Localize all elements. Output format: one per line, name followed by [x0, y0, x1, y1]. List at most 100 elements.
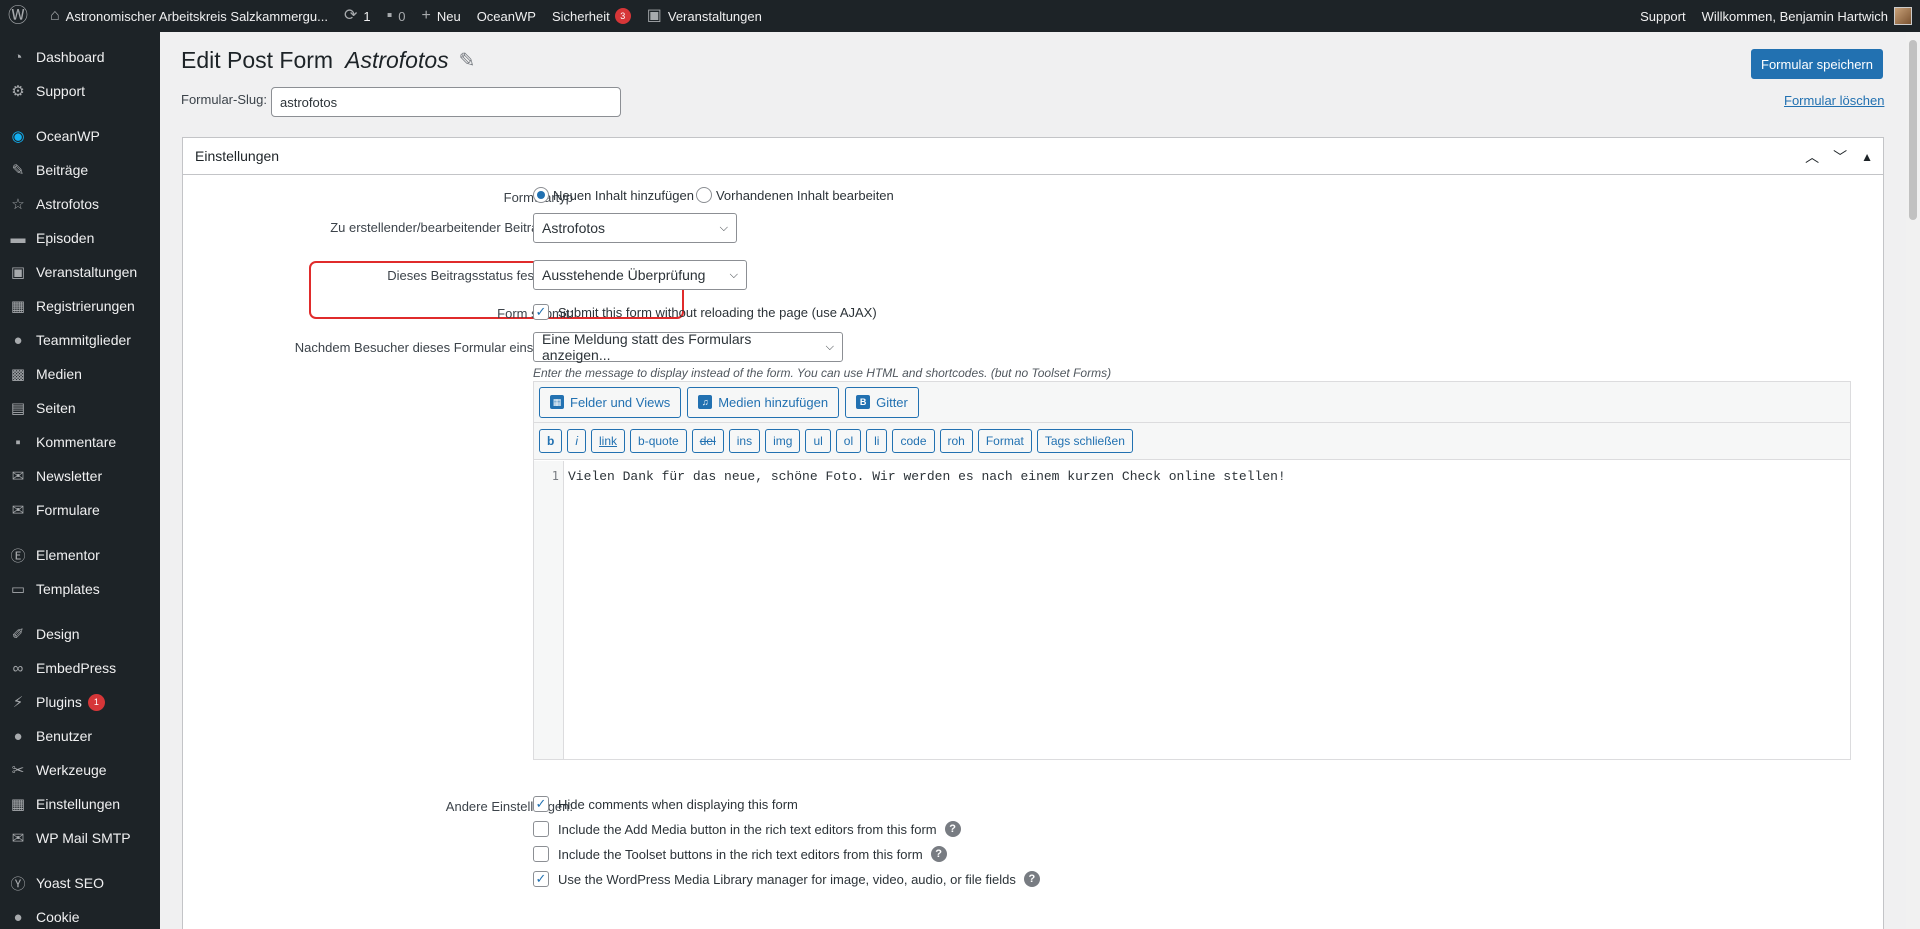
collapse-toggle-icon[interactable]: ▲	[1861, 150, 1873, 164]
quicktag-del[interactable]: del	[691, 429, 724, 453]
updates-link[interactable]: ⟳ 1	[336, 0, 379, 32]
sidebar-item-label: OceanWP	[36, 128, 100, 144]
after-submit-select[interactable]: Eine Meldung statt des Formulars anzeige…	[533, 331, 843, 363]
chevron-down-icon[interactable]: ﹀	[1833, 147, 1847, 167]
add-media-checkbox[interactable]	[533, 821, 549, 837]
oceanwp-link[interactable]: OceanWP	[469, 0, 544, 32]
toolset-buttons-checkbox[interactable]	[533, 846, 549, 862]
quicktag-li[interactable]: li	[866, 429, 888, 453]
quicktag-ol[interactable]: ol	[835, 429, 862, 453]
sidebar-item-design[interactable]: ✐ Design	[0, 617, 160, 651]
link-icon: ∞	[12, 659, 24, 677]
sidebar-item-medien[interactable]: ▩ Medien	[0, 357, 160, 391]
sidebar-item-veranstaltungen[interactable]: ▣ Veranstaltungen	[0, 255, 160, 289]
help-icon[interactable]: ?	[930, 846, 947, 862]
sidebar-item-wp-mail-smtp[interactable]: ✉ WP Mail SMTP	[0, 821, 160, 855]
support-link[interactable]: Support	[1632, 0, 1694, 32]
brush-icon: ✐	[11, 626, 25, 643]
cookie-icon: ●	[13, 908, 23, 926]
form-name[interactable]: Astrofotos	[345, 47, 449, 74]
help-icon[interactable]: ?	[1023, 871, 1040, 887]
wrench-icon: ✂	[11, 762, 25, 779]
quicktag-img[interactable]: img	[765, 429, 801, 453]
sidebar-item-yoast-seo[interactable]: Ⓨ Yoast SEO	[0, 866, 160, 900]
sidebar-item-newsletter[interactable]: ✉ Newsletter	[0, 459, 160, 493]
grid-label: Gitter	[876, 394, 908, 410]
wordpress-logo-menu[interactable]: Ⓦ	[0, 0, 42, 32]
page-scrollbar[interactable]	[1906, 32, 1920, 929]
fields-and-views-button[interactable]: ▦ Felder und Views	[539, 386, 682, 418]
sidebar-item-astrofotos[interactable]: ☆ Astrofotos	[0, 187, 160, 221]
pin-icon: ✎	[11, 162, 25, 179]
sidebar-item-cookie[interactable]: ● Cookie	[0, 900, 160, 929]
grid-button[interactable]: B Gitter	[845, 386, 919, 418]
calendar-icon: ▦	[10, 298, 26, 315]
sidebar-item-plugins[interactable]: ⚡ Plugins 1	[0, 685, 160, 719]
yoast-icon: Ⓨ	[10, 875, 26, 893]
quicktag-ul[interactable]: ul	[805, 429, 831, 453]
option-media-library: ✓ Use the WordPress Media Library manage…	[533, 871, 1040, 887]
save-form-button[interactable]: Formular speichern	[1751, 49, 1883, 79]
security-label: Sicherheit	[551, 8, 610, 24]
delete-form-link[interactable]: Formular löschen	[1784, 93, 1884, 108]
quicktag-format[interactable]: Format	[977, 429, 1032, 453]
sidebar-item-label: Episoden	[36, 230, 95, 246]
toolset-buttons-text: Include the Toolset buttons in the rich …	[558, 846, 923, 862]
pencil-icon[interactable]: ✎	[459, 48, 476, 73]
sidebar-item-formulare[interactable]: ✉ Formulare	[0, 493, 160, 527]
chevron-up-icon[interactable]: ︿	[1805, 147, 1819, 167]
quicktag-italic[interactable]: i	[567, 429, 587, 453]
fields-and-views-label: Felder und Views	[570, 394, 671, 410]
help-icon[interactable]: ?	[944, 821, 961, 837]
sidebar-item-werkzeuge[interactable]: ✂ Werkzeuge	[0, 753, 160, 787]
quicktag-link[interactable]: link	[591, 429, 626, 453]
security-link[interactable]: Sicherheit 3	[544, 0, 639, 32]
after-submit-value: Eine Meldung statt des Formulars anzeige…	[542, 331, 752, 363]
sidebar-item-label: Plugins	[36, 694, 82, 710]
quicktag-close-tags[interactable]: Tags schließen	[1036, 429, 1133, 453]
add-media-text: Include the Add Media button in the rich…	[558, 821, 937, 837]
site-name-link[interactable]: ⌂ Astronomischer Arbeitskreis Salzkammer…	[42, 0, 336, 32]
form-type-radio-edit[interactable]	[695, 187, 712, 203]
sidebar-item-episoden[interactable]: ▬ Episoden	[0, 221, 160, 255]
sidebar-item-kommentare[interactable]: ▪ Kommentare	[0, 425, 160, 459]
editor-text-area[interactable]: 1 Vielen Dank für das neue, schöne Foto.…	[534, 461, 1850, 759]
account-menu[interactable]: Willkommen, Benjamin Hartwich	[1694, 0, 1920, 32]
editor-content[interactable]: Vielen Dank für das neue, schöne Foto. W…	[564, 461, 1290, 759]
form-type-radio-new[interactable]	[533, 187, 549, 203]
add-media-button[interactable]: ♫ Medien hinzufügen	[687, 386, 840, 418]
sidebar-item-dashboard[interactable]: ◔ Dashboard	[0, 40, 160, 74]
sidebar-item-oceanwp[interactable]: ◉ OceanWP	[0, 119, 160, 153]
sidebar-item-templates[interactable]: ▭ Templates	[0, 572, 160, 606]
slug-input[interactable]	[271, 87, 621, 117]
sidebar-item-elementor[interactable]: Ⓔ Elementor	[0, 538, 160, 572]
quicktag-ins[interactable]: ins	[728, 429, 761, 453]
elementor-icon: Ⓔ	[10, 547, 26, 565]
new-content-link[interactable]: + Neu	[413, 0, 468, 32]
sidebar-item-seiten[interactable]: ▤ Seiten	[0, 391, 160, 425]
post-status-select[interactable]: Ausstehende Überprüfung ⌵	[533, 260, 747, 290]
quicktag-blockquote[interactable]: b-quote	[630, 429, 687, 453]
sidebar-item-support[interactable]: ⚙ Support	[0, 74, 160, 108]
sidebar-item-einstellungen[interactable]: ▦ Einstellungen	[0, 787, 160, 821]
sidebar-item-posts[interactable]: ✎ Beiträge	[0, 153, 160, 187]
sidebar-item-registrierungen[interactable]: ▦ Registrierungen	[0, 289, 160, 323]
ajax-submit-checkbox[interactable]: ✓	[533, 304, 549, 320]
quicktag-bold[interactable]: b	[539, 429, 563, 453]
quicktag-code[interactable]: code	[892, 429, 935, 453]
sidebar-item-label: Benutzer	[36, 728, 93, 744]
scrollbar-thumb[interactable]	[1909, 40, 1917, 220]
post-type-select[interactable]: Astrofotos ⌵	[533, 213, 737, 243]
hide-comments-text: Hide comments when displaying this form	[558, 796, 798, 812]
sidebar-item-teammitglieder[interactable]: ● Teammitglieder	[0, 323, 160, 357]
sidebar-item-embedpress[interactable]: ∞ EmbedPress	[0, 651, 160, 685]
comments-link[interactable]: ▪ 0	[379, 0, 414, 32]
welcome-label: Willkommen, Benjamin Hartwich	[1701, 8, 1888, 24]
sidebar-item-benutzer[interactable]: ● Benutzer	[0, 719, 160, 753]
sidebar-item-label: Kommentare	[36, 434, 117, 450]
sidebar-item-label: EmbedPress	[36, 660, 117, 676]
quicktag-raw[interactable]: roh	[939, 429, 973, 453]
hide-comments-checkbox[interactable]: ✓	[533, 796, 549, 812]
events-link[interactable]: ▣ Veranstaltungen	[639, 0, 770, 32]
media-library-checkbox[interactable]: ✓	[533, 871, 549, 887]
